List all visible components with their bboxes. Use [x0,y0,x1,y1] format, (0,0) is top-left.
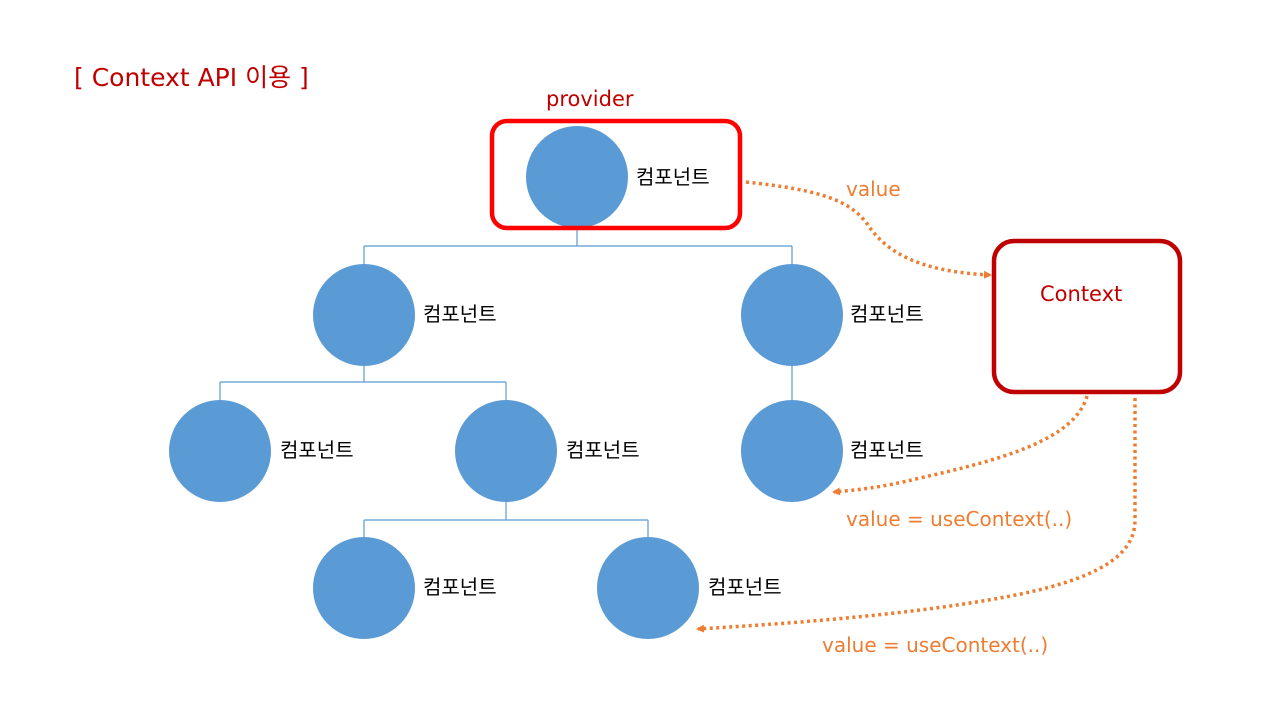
node-circle [597,537,699,639]
component-node-right: 컴포넌트 [741,264,924,366]
node-circle [741,400,843,502]
node-label: 컴포넌트 [636,165,710,189]
flow-label-use-context-1: value = useContext(..) [846,507,1072,531]
component-node-root: 컴포넌트 [526,126,710,228]
node-circle [455,400,557,502]
node-circle [313,537,415,639]
edge-left-right-children [363,502,649,537]
node-label: 컴포넌트 [708,575,782,599]
slide-title: [ Context API 이용 ] [74,63,309,92]
context-label: Context [1040,282,1122,306]
edge-left-children [219,366,507,400]
node-circle [169,400,271,502]
context-api-diagram: [ Context API 이용 ] 컴포넌트 컴포넌트 컴포넌트 컴포넌트 컴… [74,63,1183,657]
component-node-left: 컴포넌트 [313,264,497,366]
node-circle [741,264,843,366]
node-circle [526,126,628,228]
component-node-left-left: 컴포넌트 [169,400,354,502]
context-flows [696,180,1137,633]
component-node-grandchild-right: 컴포넌트 [597,537,782,639]
provider-label: provider [546,87,634,111]
flow-label-use-context-2: value = useContext(..) [822,633,1048,657]
node-label: 컴포넌트 [280,438,354,462]
node-label: 컴포넌트 [850,302,924,326]
node-label: 컴포넌트 [566,438,640,462]
node-label: 컴포넌트 [423,302,497,326]
context-box [991,238,1183,395]
node-circle [313,264,415,366]
node-label: 컴포넌트 [423,575,497,599]
component-node-left-right: 컴포넌트 [455,400,640,502]
component-node-right-child: 컴포넌트 [741,400,924,502]
flow-label-value: value [846,177,901,201]
edge-root-children [363,228,793,265]
node-label: 컴포넌트 [850,438,924,462]
component-node-grandchild-left: 컴포넌트 [313,537,497,639]
